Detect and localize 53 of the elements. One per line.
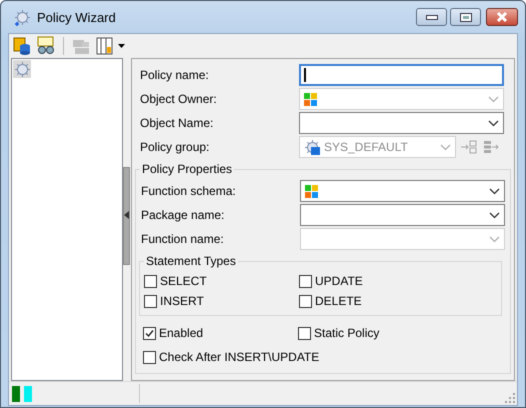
app-icon [14,8,31,26]
field-value: SYS_DEFAULT [324,140,409,154]
group-title: Statement Types [144,254,238,268]
minimize-button[interactable] [416,8,447,26]
schema-icon [305,184,318,198]
checkbox-label: INSERT [160,294,204,308]
checkbox-box[interactable] [144,294,157,308]
checkbox-box[interactable] [299,294,312,308]
close-button[interactable] [486,8,518,26]
chevron-down-icon [440,144,451,150]
chevron-down-icon [489,236,500,242]
caret-down-icon [118,44,125,48]
checkbox-label: UPDATE [315,274,363,288]
checkbox-box[interactable] [299,274,312,288]
toolbar-dropdown-button[interactable] [95,36,125,56]
close-icon [496,12,508,22]
text-field[interactable] [299,64,504,86]
resize-grip-icon [505,393,515,403]
checkbox-box[interactable] [298,326,311,340]
chevron-down-icon [489,188,500,194]
collapse-arrow-icon [124,211,129,219]
dropdown-field[interactable] [300,180,505,202]
checkbox-box[interactable] [143,350,156,364]
field-label: Function name: [140,232,225,246]
minimize-icon [426,14,438,20]
field-label: Policy name: [139,68,210,82]
dropdown-field[interactable] [299,112,504,134]
field-label: Function schema: [140,184,237,198]
checkbox-label: DELETE [315,294,362,308]
group-title: Policy Properties [140,162,234,176]
field-label: Object Owner: [139,92,218,106]
checkbox-label: Enabled [159,326,204,340]
field-label: Policy group: [139,140,210,154]
checkbox-box[interactable] [143,326,156,340]
field-label: Package name: [140,208,226,222]
schema-icon [304,92,317,106]
chevron-down-icon [488,120,499,126]
checkbox-label: Static Policy [314,326,380,340]
toolbar-button[interactable] [12,36,32,56]
checkbox-label: Check After INSERT\UPDATE [159,350,320,364]
field-label: Object Name: [139,116,214,130]
maximize-icon [460,12,472,22]
gear-icon [304,138,321,156]
chevron-down-icon [488,96,499,102]
chevron-down-icon [489,212,500,218]
tree-item[interactable] [13,60,31,78]
window-title: Policy Wizard [37,10,117,24]
checkbox-box[interactable] [144,274,157,288]
toolbar-button[interactable] [36,36,56,56]
splitter-grip[interactable] [123,167,130,265]
maximize-button[interactable] [450,8,481,26]
checkbox-label: SELECT [160,274,207,288]
dropdown-field[interactable] [300,204,505,226]
